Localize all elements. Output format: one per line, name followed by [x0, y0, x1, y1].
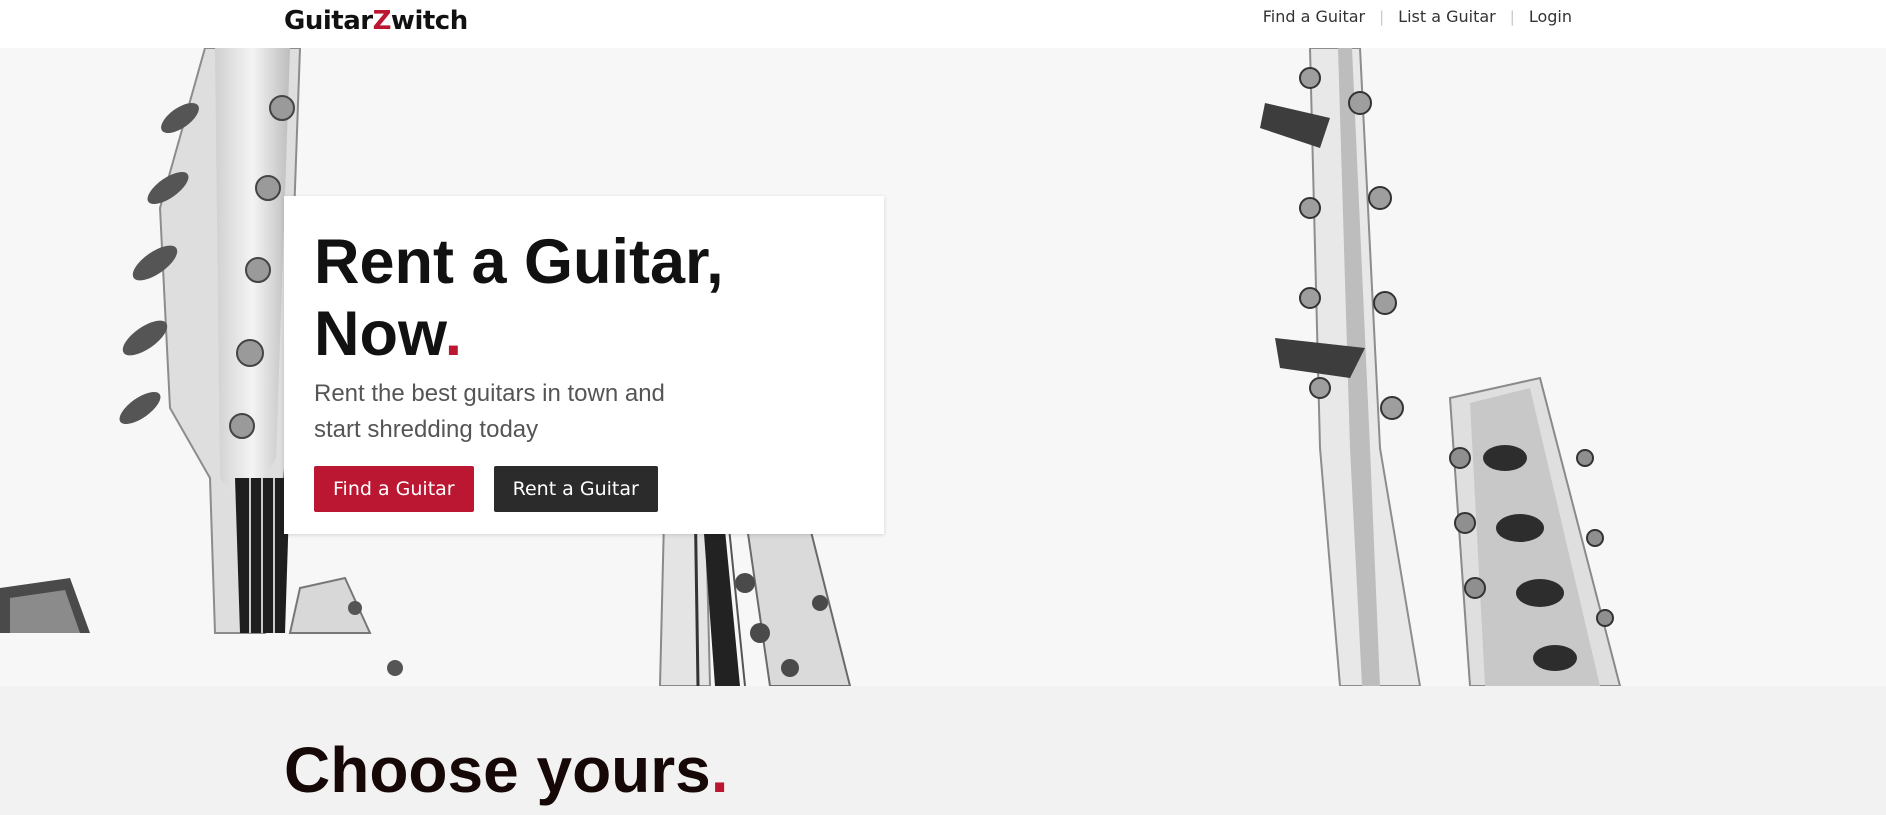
find-guitar-button[interactable]: Find a Guitar	[314, 466, 474, 512]
hero-title-line2: Now	[314, 299, 445, 369]
small-headstock	[288, 576, 403, 676]
right-headstock	[1448, 376, 1622, 686]
hero-title-dot: .	[444, 299, 463, 369]
hero-title-line1: Rent a Guitar,	[314, 227, 724, 297]
hero-title: Rent a Guitar, Now.	[314, 226, 854, 370]
hero-card: Rent a Guitar, Now. Rent the best guitar…	[284, 196, 884, 534]
nav-login[interactable]: Login	[1529, 7, 1572, 26]
hero-buttons: Find a Guitar Rent a Guitar	[314, 466, 854, 512]
logo-text-right: witch	[390, 6, 468, 36]
right-guitar-neck	[1260, 48, 1422, 686]
bottom-left-guitar	[0, 578, 90, 633]
hero-section: Rent a Guitar, Now. Rent the best guitar…	[0, 48, 1886, 686]
site-header: Guitar Zwitch Find a Guitar | List a Guit…	[0, 0, 1886, 48]
choose-section-title: Choose yours.	[284, 732, 729, 808]
choose-title-text: Choose yours	[284, 734, 711, 806]
nav-list-guitar[interactable]: List a Guitar	[1398, 7, 1496, 26]
hero-background-image	[0, 48, 1622, 686]
choose-title-dot: .	[710, 734, 729, 806]
left-headstock	[119, 48, 302, 634]
rent-guitar-button[interactable]: Rent a Guitar	[493, 466, 658, 512]
logo-mark: Z	[372, 6, 392, 36]
site-logo[interactable]: Guitar Zwitch	[284, 6, 468, 36]
hero-subtitle: Rent the best guitars in town and start …	[314, 380, 665, 443]
nav-find-guitar[interactable]: Find a Guitar	[1263, 7, 1365, 26]
logo-text-left: Guitar	[284, 6, 373, 36]
nav-separator: |	[1509, 7, 1515, 26]
main-nav: Find a Guitar | List a Guitar | Login	[1263, 7, 1572, 26]
nav-separator: |	[1379, 7, 1385, 26]
